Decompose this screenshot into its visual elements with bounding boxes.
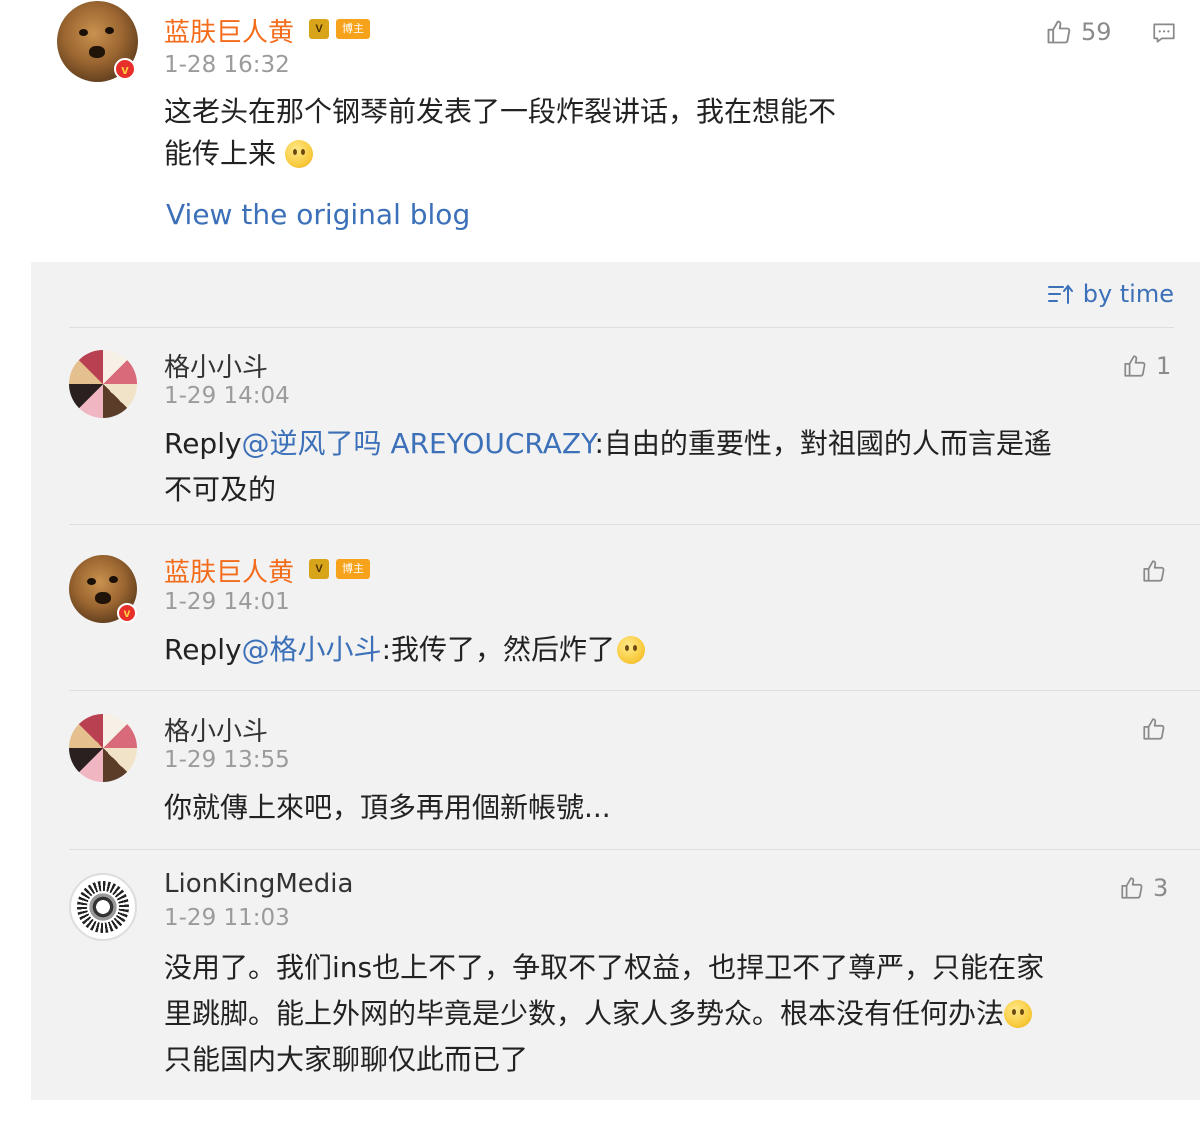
divider [69,327,1174,328]
sort-icon [1047,284,1073,304]
comment-text: 你就傳上來吧，頂多再用個新帳號... [164,791,611,824]
comment-time: 1-29 14:01 [164,589,290,615]
comment-icon[interactable] [1151,20,1177,46]
post-author-name[interactable]: 蓝肤巨人黄 [164,12,294,49]
post-text-line-1: 这老头在那个钢琴前发表了一段炸裂讲话，我在想能不 [164,95,837,128]
blogger-badge: 博主 [336,559,370,579]
comment-like-button[interactable]: 1 [1122,352,1171,380]
member-level-icon: V [309,559,329,579]
comment-text: 没用了。我们ins也上不了，争取不了权益，也捍卫不了尊严，只能在家 里跳脚。能上… [164,945,1184,1083]
mention-link[interactable]: @格小小斗 [242,633,382,666]
comment-author-name[interactable]: LionKingMedia [164,869,353,899]
verified-v-icon: v [114,58,136,80]
reply-prefix: Reply [164,427,242,460]
post-like-count: 59 [1081,18,1112,46]
main-post: v 蓝肤巨人黄 V 博主 1-28 16:32 59 这老头在那个钢琴前发表了一… [0,0,1200,262]
comment-like-button[interactable] [1141,716,1167,742]
comment-time: 1-29 13:55 [164,747,290,773]
comment-text-line-1: 没用了。我们ins也上不了，争取不了权益，也捍卫不了尊严，只能在家 [164,951,1045,984]
sort-label: by time [1082,280,1174,308]
comment-author-name[interactable]: 格小小斗 [164,711,268,748]
thumbs-up-icon [1121,877,1143,899]
divider [69,524,1200,525]
comment-like-button[interactable]: 3 [1119,874,1168,902]
comment-time: 1-29 14:04 [164,383,290,409]
member-level-icon: V [309,19,329,39]
verified-v-icon: v [117,603,137,623]
comment-author-name[interactable]: 格小小斗 [164,347,268,384]
comment-text-line-2: 不可及的 [164,473,277,506]
thumbs-up-icon [1143,560,1165,582]
post-text: 这老头在那个钢琴前发表了一段炸裂讲话，我在想能不 能传上来 [164,91,924,175]
thumbs-up-icon [1124,355,1146,377]
sort-by-time-button[interactable]: by time [1047,280,1174,308]
shrug-emoji-icon [1004,1000,1033,1028]
blogger-badge: 博主 [336,19,370,39]
comment-author-avatar[interactable] [69,714,137,782]
emoji-icon [617,636,645,664]
comments-panel: by time 格小小斗 1-29 14:04 1 Reply@逆风了吗 ARE… [31,262,1200,1100]
thumbs-up-icon [1143,718,1165,740]
comment-time: 1-29 11:03 [164,905,290,931]
view-original-blog-link[interactable]: View the original blog [166,198,470,231]
reply-prefix: Reply [164,633,242,666]
comment-like-count: 3 [1153,874,1169,902]
comment-text: Reply@格小小斗:我传了，然后炸了 [164,629,1164,671]
comment-text-line-1: :自由的重要性，對祖國的人而言是遙 [594,427,1052,460]
post-time: 1-28 16:32 [164,52,290,78]
comment-author-name[interactable]: 蓝肤巨人黄 [164,552,294,589]
post-like-button[interactable]: 59 [1045,18,1112,46]
comment-author-avatar[interactable] [69,350,137,418]
comment-like-count: 1 [1156,352,1172,380]
comment-author-avatar[interactable] [69,873,137,941]
comment-text-line-3: 只能国内大家聊聊仅此而已了 [164,1043,529,1076]
thinking-emoji-icon [284,140,313,168]
comment-text-line-2: 里跳脚。能上外网的毕竟是少数，人家人多势众。根本没有任何办法 [164,997,1005,1030]
comment-text: Reply@逆风了吗 AREYOUCRAZY:自由的重要性，對祖國的人而言是遙 … [164,423,1164,511]
mention-link[interactable]: @逆风了吗 AREYOUCRAZY [242,427,595,460]
divider [69,849,1200,850]
thumbs-up-icon [1047,20,1071,44]
comment-text-line-1: :我传了，然后炸了 [381,633,615,666]
bottom-spacer [0,1100,1200,1131]
comment-like-button[interactable] [1141,558,1167,584]
divider [69,690,1200,691]
post-text-line-2: 能传上来 [164,137,277,170]
